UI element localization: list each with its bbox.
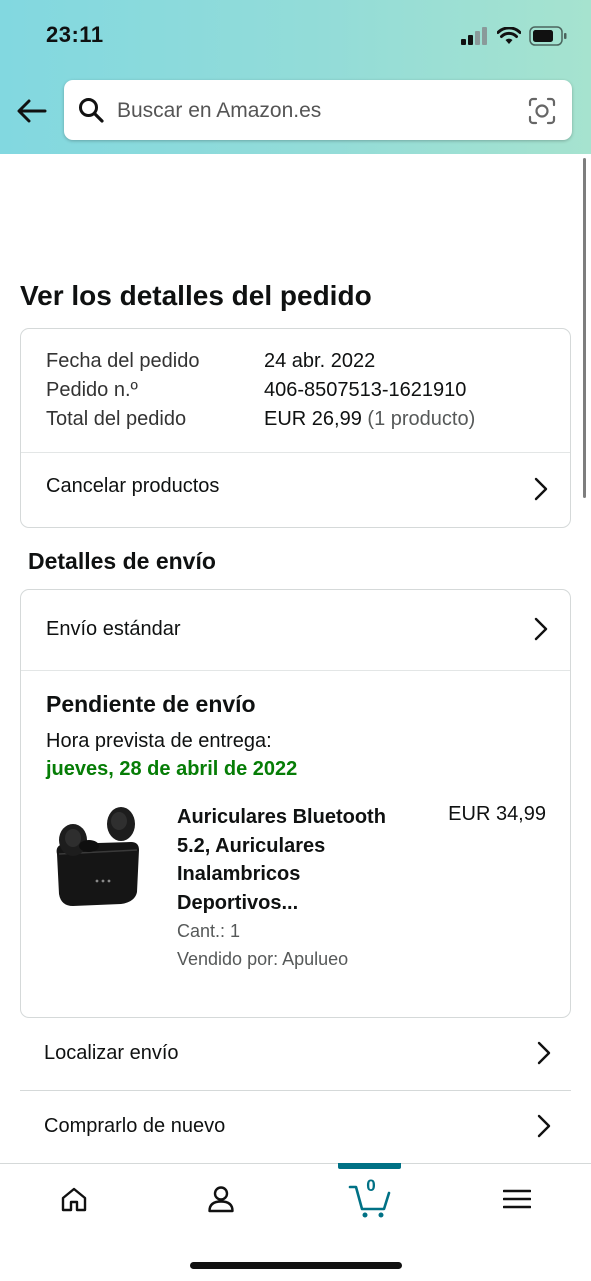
search-placeholder: Buscar en Amazon.es: [117, 99, 322, 122]
order-number-value: 406-8507513-1621910: [264, 379, 467, 401]
shipping-card: Envío estándar Pendiente de envío Hora p…: [20, 589, 571, 1018]
shipment-status: Pendiente de envío: [46, 691, 256, 717]
order-total-label: Total del pedido: [46, 408, 187, 430]
camera-scan-icon[interactable]: [528, 97, 556, 125]
order-summary-card: Fecha del pedido 24 abr. 2022 Pedido n.º…: [20, 328, 571, 528]
chevron-right-icon: [534, 617, 548, 641]
cancel-products-link[interactable]: Cancelar productos: [21, 453, 570, 527]
product-title-line: Auriculares Bluetooth: [177, 806, 386, 828]
app-header: 23:11 Buscar en Amazon.es: [0, 0, 591, 154]
order-total-amount: EUR 26,99: [264, 408, 362, 430]
order-total-items: (1 producto): [367, 408, 476, 430]
tab-home[interactable]: [34, 1164, 114, 1234]
wifi-icon: [497, 27, 521, 44]
chevron-right-icon: [537, 1114, 551, 1138]
signal-icon: [461, 27, 487, 45]
track-shipment-label: Localizar envío: [44, 1042, 179, 1064]
eta-date: jueves, 28 de abril de 2022: [46, 758, 298, 780]
shipping-method-label: Envío estándar: [46, 618, 181, 640]
buy-again-link[interactable]: Comprarlo de nuevo: [20, 1091, 571, 1163]
search-input[interactable]: Buscar en Amazon.es: [64, 80, 572, 140]
product-price: EUR 34,99: [448, 803, 546, 825]
shipping-section-title: Detalles de envío: [28, 548, 216, 574]
track-shipment-link[interactable]: Localizar envío: [20, 1018, 571, 1091]
order-number-label: Pedido n.º: [46, 379, 138, 401]
menu-icon: [503, 1189, 531, 1209]
product-title-line: 5.2, Auriculares: [177, 834, 326, 857]
cancel-products-label: Cancelar productos: [46, 475, 220, 497]
bottom-tab-bar: 0: [0, 1163, 591, 1281]
back-button[interactable]: [14, 93, 50, 129]
search-icon: [79, 98, 104, 123]
product-seller: Vendido por: Apulueo: [177, 949, 349, 969]
order-date-value: 24 abr. 2022: [264, 350, 376, 372]
eta-label: Hora prevista de entrega:: [46, 730, 272, 752]
product-title-link[interactable]: Auriculares Bluetooth 5.2, Auriculares I…: [177, 803, 417, 917]
back-arrow-icon: [17, 99, 47, 123]
tab-account[interactable]: [181, 1164, 261, 1234]
tab-cart[interactable]: 0: [330, 1164, 410, 1234]
status-icons: [461, 24, 567, 48]
tab-menu[interactable]: [477, 1164, 557, 1234]
chevron-right-icon: [537, 1041, 551, 1065]
cart-count-badge: 0: [366, 1176, 376, 1195]
order-total-value: EUR 26,99 (1 producto): [264, 408, 475, 431]
home-indicator[interactable]: [190, 1262, 402, 1269]
user-icon: [208, 1186, 234, 1213]
scrollbar[interactable]: [583, 158, 586, 498]
home-icon: [61, 1187, 87, 1212]
product-title-line: Inalambricos: [177, 863, 301, 886]
chevron-right-icon: [534, 477, 548, 501]
product-quantity: Cant.: 1: [177, 921, 241, 941]
order-date-label: Fecha del pedido: [46, 350, 200, 372]
shipping-method-link[interactable]: Envío estándar: [21, 590, 570, 670]
buy-again-label: Comprarlo de nuevo: [44, 1115, 226, 1137]
battery-icon: [529, 26, 567, 46]
page-title: Ver los detalles del pedido: [20, 280, 372, 311]
divider: [21, 670, 570, 671]
status-time: 23:11: [46, 22, 104, 47]
product-title-line: Deportivos...: [177, 891, 299, 914]
product-image[interactable]: [49, 802, 145, 912]
